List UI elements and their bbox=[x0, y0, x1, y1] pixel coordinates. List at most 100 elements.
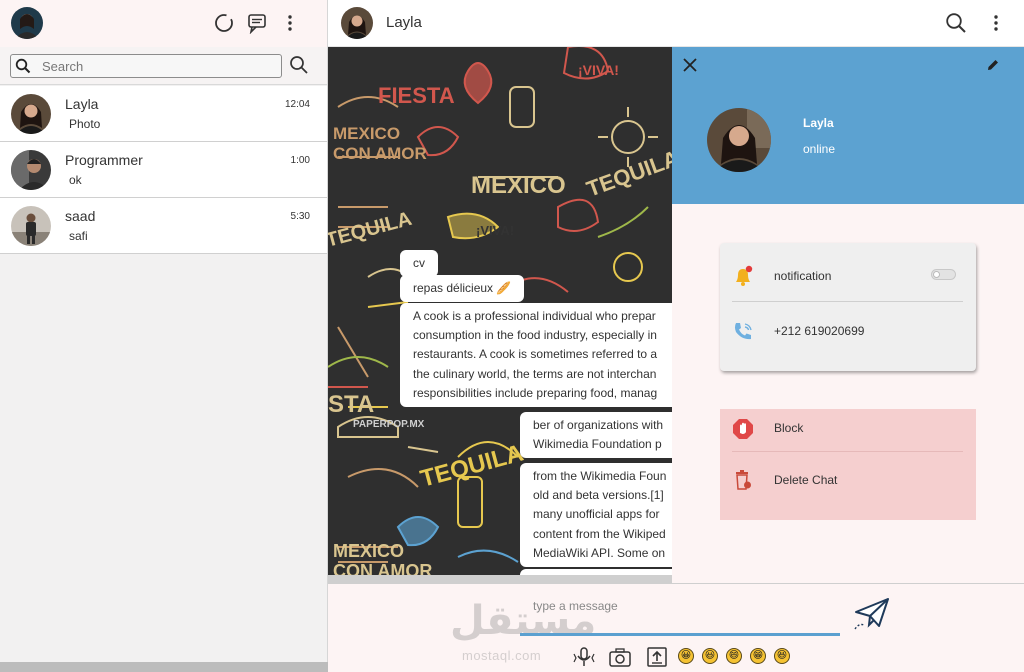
chat-item-programmer[interactable]: Programmer ok 1:00 bbox=[0, 142, 327, 198]
chat-name: Programmer bbox=[65, 152, 143, 168]
avatar bbox=[11, 150, 51, 190]
message-area[interactable]: FIESTA MEXICO CON AMOR MEXICO TEQUILA TE… bbox=[328, 47, 672, 575]
contact-avatar[interactable] bbox=[341, 7, 373, 39]
danger-actions: Block Delete Chat bbox=[720, 409, 976, 520]
emoji-button[interactable]: 😀 bbox=[678, 648, 694, 664]
delete-chat-label: Delete Chat bbox=[774, 473, 838, 487]
message-text: responsibilities include preparing food,… bbox=[413, 385, 658, 400]
camera-icon[interactable] bbox=[608, 646, 632, 668]
chat-list: Layla Photo 12:04 Programmer ok 1:00 saa… bbox=[0, 86, 327, 254]
message-bubble[interactable]: cv bbox=[400, 250, 438, 278]
chat-last-message: ok bbox=[69, 173, 82, 187]
message-text: content from the Wikiped bbox=[533, 526, 666, 541]
message-input-wrapper bbox=[520, 592, 840, 636]
watermark-latin: mostaql.com bbox=[462, 648, 542, 663]
message-text: from the Wikimedia Foun bbox=[533, 469, 667, 483]
message-text: repas délicieux 🥖 bbox=[413, 281, 512, 295]
trash-icon bbox=[736, 470, 751, 490]
message-text: MediaWiki API. Some on bbox=[533, 545, 666, 560]
svg-text:CON AMOR: CON AMOR bbox=[333, 144, 427, 163]
sidebar-header bbox=[0, 0, 327, 47]
avatar bbox=[11, 206, 51, 246]
svg-text:FIESTA: FIESTA bbox=[378, 83, 455, 108]
contact-panel-header: Layla online bbox=[672, 47, 1024, 204]
search-input[interactable] bbox=[42, 57, 272, 75]
chat-time: 5:30 bbox=[290, 211, 310, 222]
notification-label: notification bbox=[774, 269, 832, 283]
toggle-knob bbox=[933, 271, 940, 278]
divider bbox=[732, 451, 963, 452]
chat-time: 12:04 bbox=[284, 99, 310, 110]
chat-name: saad bbox=[65, 208, 96, 224]
message-text: the culinary world, the terms are not in… bbox=[413, 366, 657, 381]
contact-name: Layla bbox=[803, 116, 834, 130]
message-text: A cook is a professional individual who … bbox=[413, 309, 656, 323]
block-icon bbox=[733, 419, 753, 439]
svg-text:PAPERPOP.MX: PAPERPOP.MX bbox=[353, 419, 425, 430]
edit-icon[interactable] bbox=[986, 58, 1000, 72]
message-text: Wikimedia Foundation p bbox=[533, 437, 662, 452]
contact-settings-card: notification +212 619020699 bbox=[720, 243, 976, 371]
microphone-icon[interactable] bbox=[572, 646, 596, 668]
close-icon[interactable] bbox=[682, 57, 698, 73]
search-button-icon[interactable] bbox=[289, 55, 309, 75]
sidebar: Layla Photo 12:04 Programmer ok 1:00 bbox=[0, 0, 328, 672]
conversation: Layla FIESTA MEXICO CON AMOR MEXICO TEQU… bbox=[328, 0, 1024, 672]
message-bubble[interactable]: ber of organizations with Wikimedia Foun… bbox=[520, 412, 672, 459]
phone-icon bbox=[735, 323, 752, 340]
svg-text:TEQUILA: TEQUILA bbox=[328, 208, 414, 252]
status-icon[interactable] bbox=[213, 12, 235, 34]
block-label: Block bbox=[774, 421, 804, 435]
message-bubble[interactable]: from the Wikimedia Foun old and beta ver… bbox=[520, 463, 672, 568]
my-avatar[interactable] bbox=[11, 7, 43, 39]
chat-last-message: safi bbox=[69, 229, 88, 243]
delete-chat-button[interactable]: Delete Chat bbox=[720, 453, 976, 513]
notification-toggle[interactable] bbox=[931, 269, 956, 280]
whatsapp-clone-app: Layla Photo 12:04 Programmer ok 1:00 bbox=[0, 0, 1024, 672]
emoji-button[interactable]: 😆 bbox=[774, 648, 790, 664]
chat-name: Layla bbox=[65, 96, 99, 112]
contact-profile-photo[interactable] bbox=[707, 108, 771, 172]
message-text: ber of organizations with bbox=[533, 418, 664, 432]
search-icon[interactable] bbox=[945, 12, 967, 34]
svg-text:MEXICO: MEXICO bbox=[333, 541, 404, 561]
menu-icon[interactable] bbox=[279, 12, 301, 34]
message-text: old and beta versions.[1] bbox=[533, 488, 664, 503]
svg-text:MEXICO: MEXICO bbox=[471, 172, 566, 199]
svg-text:MEXICO: MEXICO bbox=[333, 124, 400, 143]
menu-icon[interactable] bbox=[985, 12, 1007, 34]
message-text: consumption in the food industry, especi… bbox=[413, 328, 657, 343]
block-button[interactable]: Block bbox=[720, 409, 976, 451]
avatar bbox=[11, 94, 51, 134]
search-row bbox=[0, 47, 327, 85]
search-box bbox=[10, 54, 282, 78]
svg-text:¡VIVA!: ¡VIVA! bbox=[476, 223, 514, 238]
message-bubble[interactable]: repas délicieux 🥖 bbox=[400, 275, 525, 303]
conversation-header: Layla bbox=[328, 0, 1024, 47]
bell-icon bbox=[736, 265, 753, 286]
message-text: restaurants. A cook is sometimes referre… bbox=[413, 347, 658, 362]
emoji-button[interactable]: 😁 bbox=[750, 648, 766, 664]
message-composer: مستقل mostaql.com type a message 😀 😃 😄 😁… bbox=[328, 584, 1024, 672]
message-bubble[interactable]: A cook is a professional individual who … bbox=[400, 303, 672, 408]
message-text: cv bbox=[413, 256, 425, 270]
new-chat-icon[interactable] bbox=[246, 12, 268, 34]
chat-item-saad[interactable]: saad safi 5:30 bbox=[0, 198, 327, 254]
chat-time: 1:00 bbox=[290, 155, 310, 166]
conversation-title[interactable]: Layla bbox=[386, 14, 422, 31]
send-icon[interactable] bbox=[853, 596, 891, 630]
divider bbox=[732, 301, 963, 302]
message-input[interactable] bbox=[533, 596, 833, 616]
emoji-button[interactable]: 😄 bbox=[726, 648, 742, 664]
phone-number[interactable]: +212 619020699 bbox=[774, 324, 864, 338]
chat-item-layla[interactable]: Layla Photo 12:04 bbox=[0, 86, 327, 142]
contact-info-panel: Layla online notification +212 619020699… bbox=[672, 47, 1024, 583]
svg-text:STA: STA bbox=[328, 391, 374, 418]
contact-status: online bbox=[803, 142, 836, 156]
emoji-button[interactable]: 😃 bbox=[702, 648, 718, 664]
svg-text:TEQUILA: TEQUILA bbox=[418, 439, 527, 492]
sidebar-scrollbar[interactable] bbox=[0, 662, 328, 672]
message-text: many unofficial apps for bbox=[533, 507, 660, 522]
chat-last-message: Photo bbox=[69, 117, 101, 131]
upload-icon[interactable] bbox=[645, 646, 669, 668]
